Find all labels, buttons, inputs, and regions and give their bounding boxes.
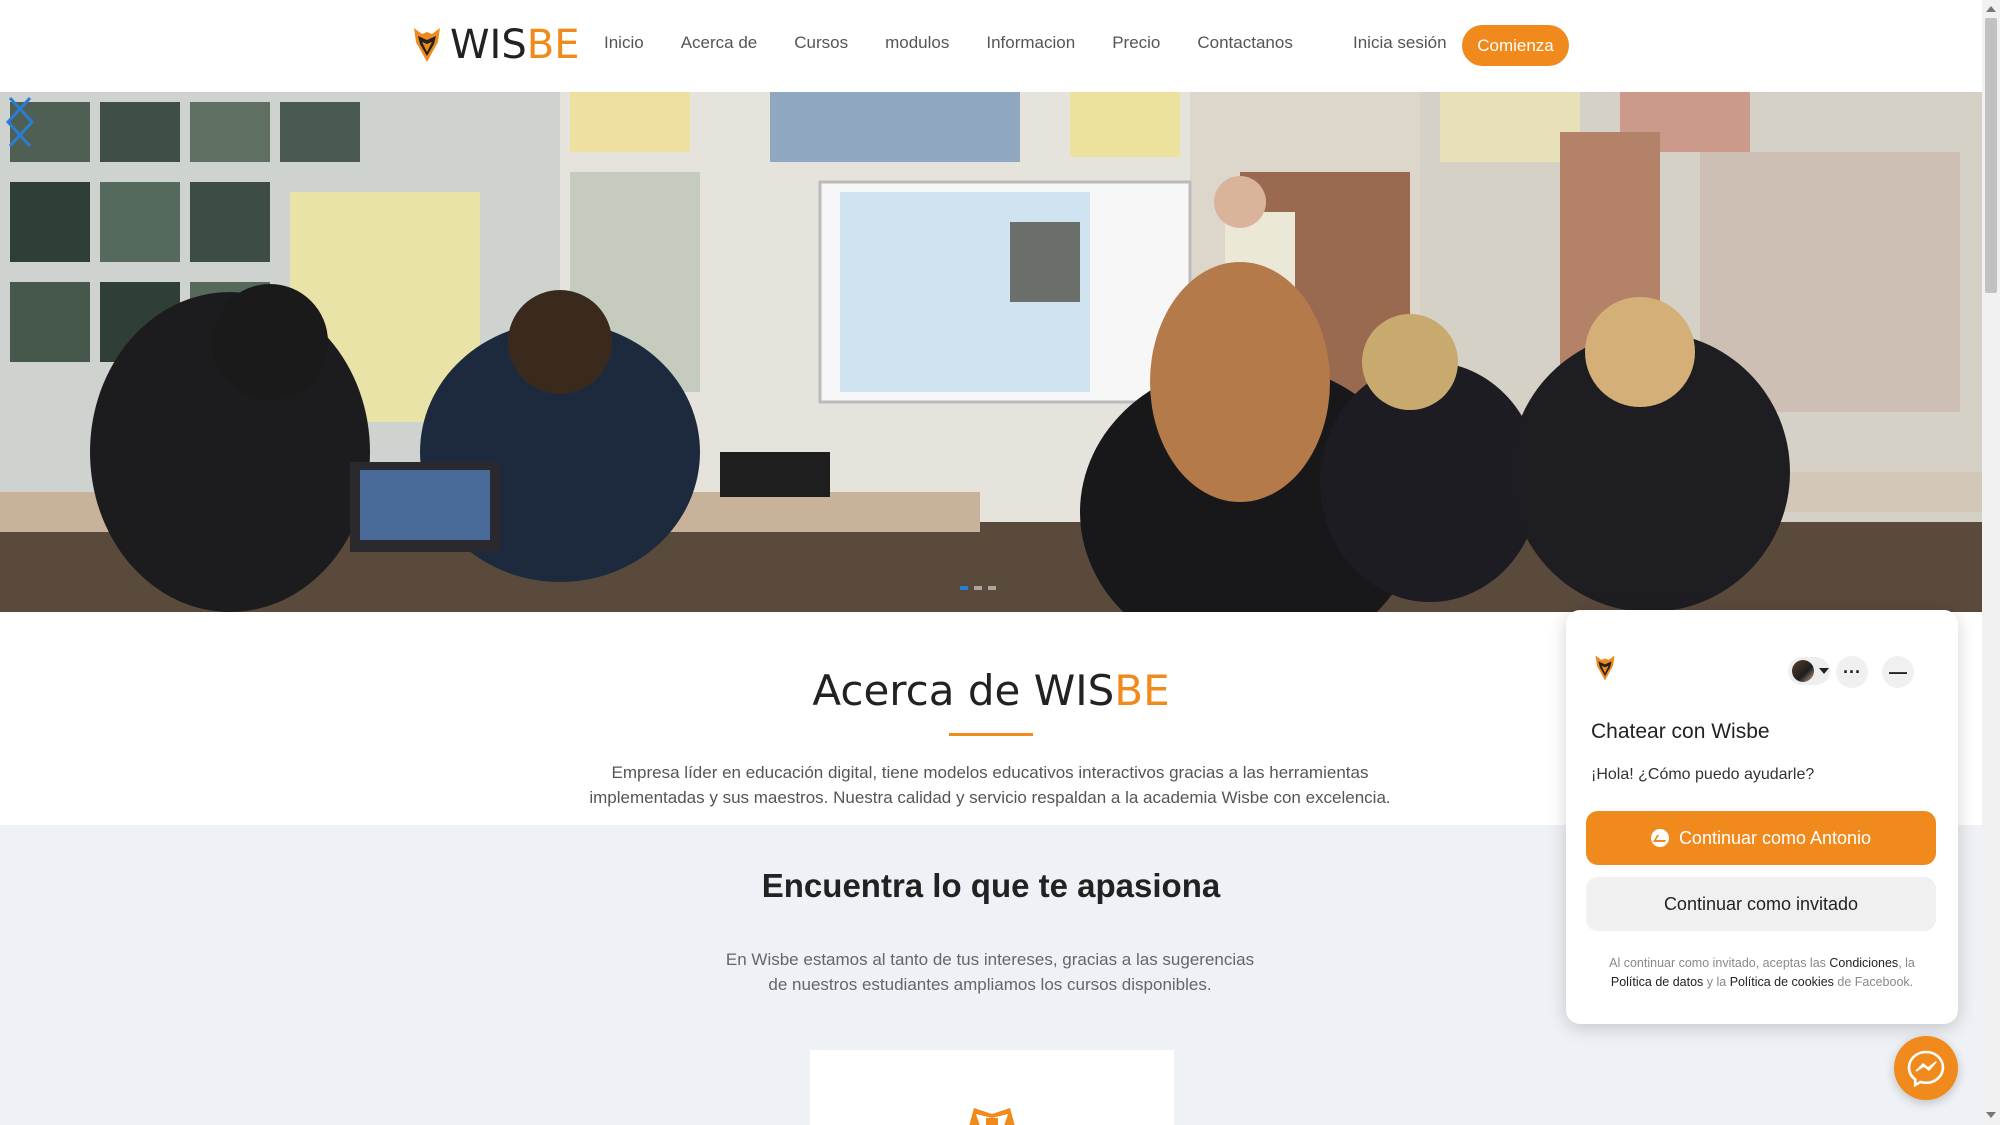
nav-item-contactanos[interactable]: Contactanos: [1197, 33, 1292, 53]
brand-logo[interactable]: WISBE: [412, 22, 579, 68]
messenger-button[interactable]: [1894, 1036, 1958, 1100]
about-description: Empresa líder en educación digital, tien…: [589, 763, 1391, 807]
title-divider: [949, 733, 1033, 736]
nav-item-cursos[interactable]: Cursos: [794, 33, 848, 53]
carousel-indicators: [960, 586, 996, 590]
carousel-dot-2[interactable]: [974, 586, 982, 590]
avatar: [1792, 660, 1814, 682]
nav-item-inicio[interactable]: Inicio: [604, 33, 644, 53]
page-scrollbar[interactable]: [1982, 0, 2000, 1125]
chat-greeting: ¡Hola! ¿Cómo puedo ayudarle?: [1591, 766, 1815, 783]
chat-widget: ··· — Chatear con Wisbe ¡Hola! ¿Cómo pue…: [1566, 610, 1958, 1024]
messenger-icon: [1907, 1050, 1945, 1088]
brand-name: WISBE: [450, 22, 580, 68]
nav-item-precio[interactable]: Precio: [1112, 33, 1160, 53]
chevron-right-icon[interactable]: [0, 92, 40, 152]
minimize-button[interactable]: —: [1882, 656, 1914, 688]
nav-item-acerca-de[interactable]: Acerca de: [681, 33, 758, 53]
terms-link[interactable]: Condiciones: [1829, 956, 1898, 970]
hero-carousel: [0, 92, 1982, 612]
course-card[interactable]: [810, 1050, 1174, 1125]
course-icon: [969, 1108, 1015, 1125]
carousel-dot-1[interactable]: [960, 586, 968, 590]
continue-as-user-label: Continuar como Antonio: [1678, 827, 1872, 848]
cookie-policy-link[interactable]: Política de cookies: [1730, 975, 1834, 989]
classroom-photo: [0, 92, 1982, 612]
nav-item-modulos[interactable]: modulos: [885, 33, 949, 53]
continue-as-user-button[interactable]: Continuar como Antonio: [1586, 811, 1936, 865]
site-header: WISBE Inicio Acerca de Cursos modulos In…: [0, 0, 1982, 92]
shield-fox-icon: [414, 28, 440, 62]
account-switcher[interactable]: [1788, 657, 1830, 685]
data-policy-link[interactable]: Política de datos: [1611, 975, 1703, 989]
legal-notice: Al continuar como invitado, aceptas las …: [1609, 956, 1915, 989]
scroll-down-icon[interactable]: [1986, 1112, 1996, 1118]
chat-title: Chatear con Wisbe: [1591, 720, 1770, 743]
login-link[interactable]: Inicia sesión: [1353, 33, 1447, 53]
continue-as-guest-button[interactable]: Continuar como invitado: [1586, 877, 1936, 931]
shield-fox-icon: [1595, 655, 1615, 681]
section-description: En Wisbe estamos al tanto de tus interes…: [725, 950, 1255, 994]
nav-item-informacion[interactable]: Informacion: [986, 33, 1075, 53]
messenger-icon: [1650, 829, 1669, 847]
scroll-up-icon[interactable]: [1986, 6, 1996, 12]
start-button[interactable]: Comienza: [1462, 25, 1569, 66]
caret-down-icon: [1819, 668, 1829, 674]
scrollbar-thumb[interactable]: [1985, 18, 1997, 293]
carousel-dot-3[interactable]: [988, 586, 996, 590]
main-nav: Inicio Acerca de Cursos modulos Informac…: [604, 33, 1330, 53]
more-options-button[interactable]: ···: [1836, 656, 1868, 688]
